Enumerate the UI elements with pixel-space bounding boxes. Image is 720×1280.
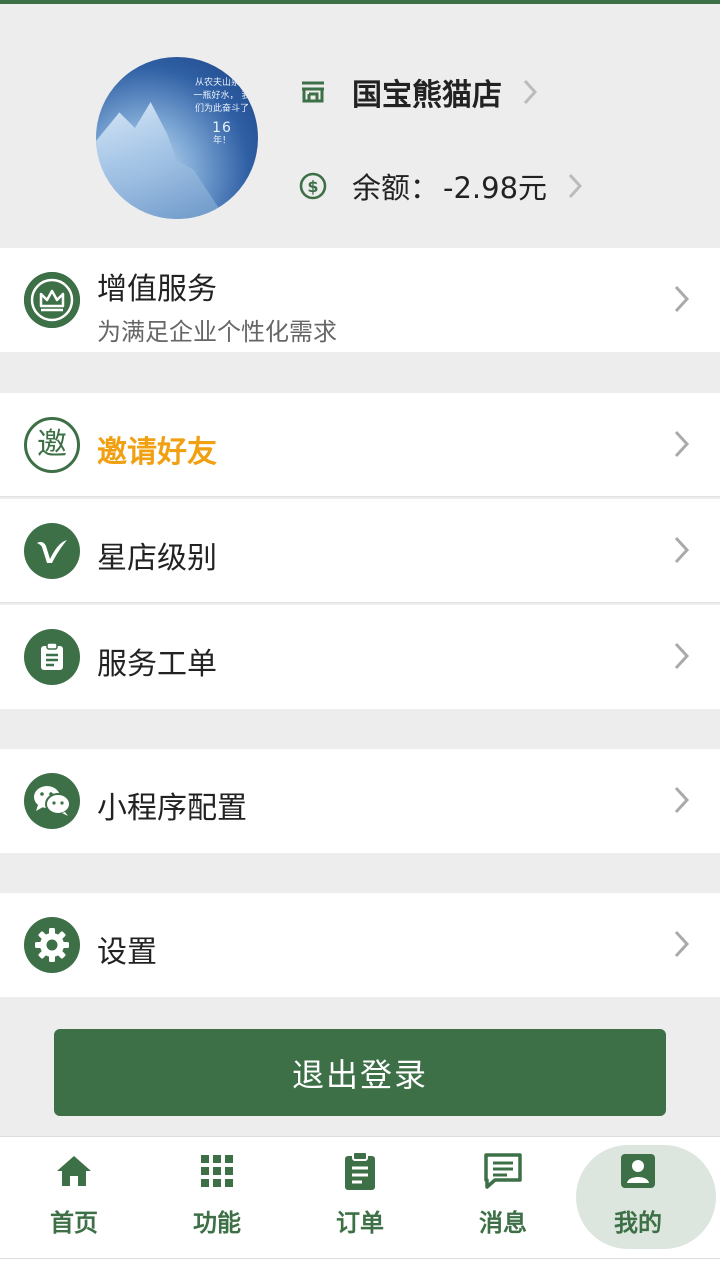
nav-label: 消息 xyxy=(479,1209,527,1237)
menu-item-settings[interactable]: 设置 xyxy=(0,893,720,997)
home-icon xyxy=(54,1151,94,1191)
clipboard-list-icon xyxy=(340,1151,380,1191)
nav-label: 首页 xyxy=(50,1209,98,1237)
balance-amount: -2.98元 xyxy=(443,171,548,205)
menu-item-title: 小程序配置 xyxy=(97,791,247,826)
nav-item-messages[interactable]: 消息 xyxy=(433,1137,573,1259)
nav-item-home[interactable]: 首页 xyxy=(4,1137,144,1259)
dollar-icon: $ xyxy=(298,171,328,201)
menu-item-title: 设置 xyxy=(97,935,157,970)
chevron-right-icon xyxy=(520,77,540,107)
menu-item-invite[interactable]: 邀 邀请好友 xyxy=(0,393,720,497)
menu-item-service-ticket[interactable]: 服务工单 xyxy=(0,605,720,709)
menu-item-value-added[interactable]: 增值服务 为满足企业个性化需求 xyxy=(0,248,720,352)
nav-item-mine[interactable]: 我的 xyxy=(568,1137,716,1259)
menu-item-mini-program[interactable]: 小程序配置 xyxy=(0,749,720,853)
balance-row[interactable]: $ 余额： -2.98元 xyxy=(298,164,585,208)
menu-item-title: 星店级别 xyxy=(97,541,217,576)
message-icon xyxy=(483,1151,523,1191)
avatar-caption-number: 16 xyxy=(212,120,232,136)
svg-text:$: $ xyxy=(307,177,318,196)
logout-button[interactable]: 退出登录 xyxy=(54,1029,666,1116)
menu-item-title: 邀请好友 xyxy=(97,435,217,470)
menu-item-star-level[interactable]: 星店级别 xyxy=(0,499,720,603)
store-icon xyxy=(298,77,328,107)
chevron-right-icon xyxy=(565,171,585,201)
chevron-right-icon xyxy=(674,536,690,568)
profile-header: 从农夫山泉到一瓶好水， 我们为此奋斗了 16 年！ 国宝熊猫店 $ 余额： -2… xyxy=(0,4,720,248)
bottom-nav: 首页 功能 订单 消息 我的 xyxy=(0,1136,720,1258)
clipboard-icon xyxy=(24,629,80,685)
nav-label: 订单 xyxy=(336,1209,384,1237)
store-name-row[interactable]: 国宝熊猫店 xyxy=(298,70,540,114)
chevron-right-icon xyxy=(674,430,690,462)
menu-item-title: 增值服务 xyxy=(97,272,217,307)
crown-icon xyxy=(24,272,80,328)
user-icon xyxy=(618,1151,658,1191)
gear-icon xyxy=(24,917,80,973)
avatar-caption-line3: 年！ xyxy=(212,136,231,146)
menu-item-subtitle: 为满足企业个性化需求 xyxy=(97,318,337,346)
avatar[interactable]: 从农夫山泉到一瓶好水， 我们为此奋斗了 16 年！ xyxy=(96,57,258,219)
invite-icon: 邀 xyxy=(24,417,80,473)
invite-icon-glyph: 邀 xyxy=(37,427,67,462)
balance-label: 余额： xyxy=(352,171,440,205)
grid-icon xyxy=(197,1151,237,1191)
chevron-right-icon xyxy=(674,285,690,317)
wechat-icon xyxy=(24,773,80,829)
nav-label: 我的 xyxy=(614,1209,662,1237)
chevron-right-icon xyxy=(674,930,690,962)
nav-item-features[interactable]: 功能 xyxy=(147,1137,287,1259)
nav-label: 功能 xyxy=(193,1209,241,1237)
store-name: 国宝熊猫店 xyxy=(352,78,502,113)
nav-item-orders[interactable]: 订单 xyxy=(290,1137,430,1259)
avatar-caption: 从农夫山泉到一瓶好水， 我们为此奋斗了 16 年！ xyxy=(192,77,252,148)
v-badge-icon xyxy=(24,523,80,579)
bottom-edge xyxy=(0,1258,720,1280)
menu-item-title: 服务工单 xyxy=(97,647,217,682)
chevron-right-icon xyxy=(674,642,690,674)
chevron-right-icon xyxy=(674,786,690,818)
